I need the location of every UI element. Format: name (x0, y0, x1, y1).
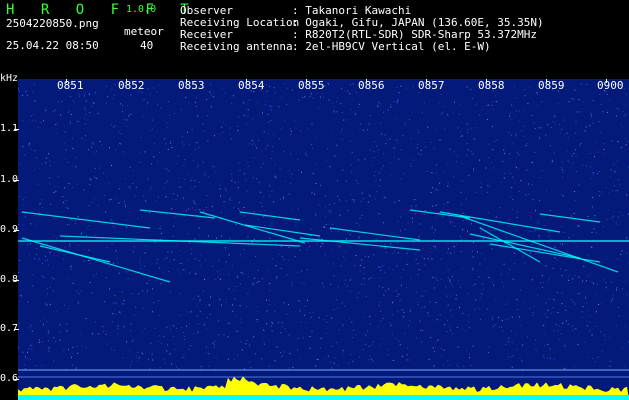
y-axis-unit: kHz (0, 73, 19, 84)
doppler-trace (39, 245, 111, 263)
x-tick-label: 0859 (538, 79, 565, 92)
doppler-trace (239, 211, 301, 221)
y-tick-label: 0.9 (0, 224, 19, 235)
doppler-trace (459, 215, 619, 273)
noise-speckle (18, 83, 629, 371)
doppler-trace (199, 211, 306, 244)
doppler-trace (439, 211, 561, 233)
x-tick-label: 0856 (358, 79, 385, 92)
spectrogram-canvas (14, 79, 629, 400)
x-tick-label: 0854 (238, 79, 265, 92)
doppler-trace (21, 211, 151, 229)
doppler-trace (539, 213, 601, 223)
y-tick-label: 0.7 (0, 323, 19, 334)
doppler-trace (469, 233, 581, 259)
y-tick-label: 0.8 (0, 274, 19, 285)
x-tick-label: 0852 (118, 79, 145, 92)
y-tick-label: 1.1 (0, 123, 19, 134)
x-tick-label: 0851 (57, 79, 84, 92)
x-tick-label: 0858 (478, 79, 505, 92)
doppler-trace (329, 227, 421, 241)
x-tick-label: 0857 (418, 79, 445, 92)
doppler-trace (21, 237, 171, 283)
x-tick-label: 0900 (597, 79, 624, 92)
x-tick-label: 0855 (298, 79, 325, 92)
doppler-trace (244, 224, 321, 237)
y-tick-label: 0.6 (0, 373, 19, 384)
x-tick-label: 0853 (178, 79, 205, 92)
baseline-bar (18, 395, 629, 400)
y-tick-label: 1.0 (0, 174, 19, 185)
doppler-trace (299, 237, 421, 251)
